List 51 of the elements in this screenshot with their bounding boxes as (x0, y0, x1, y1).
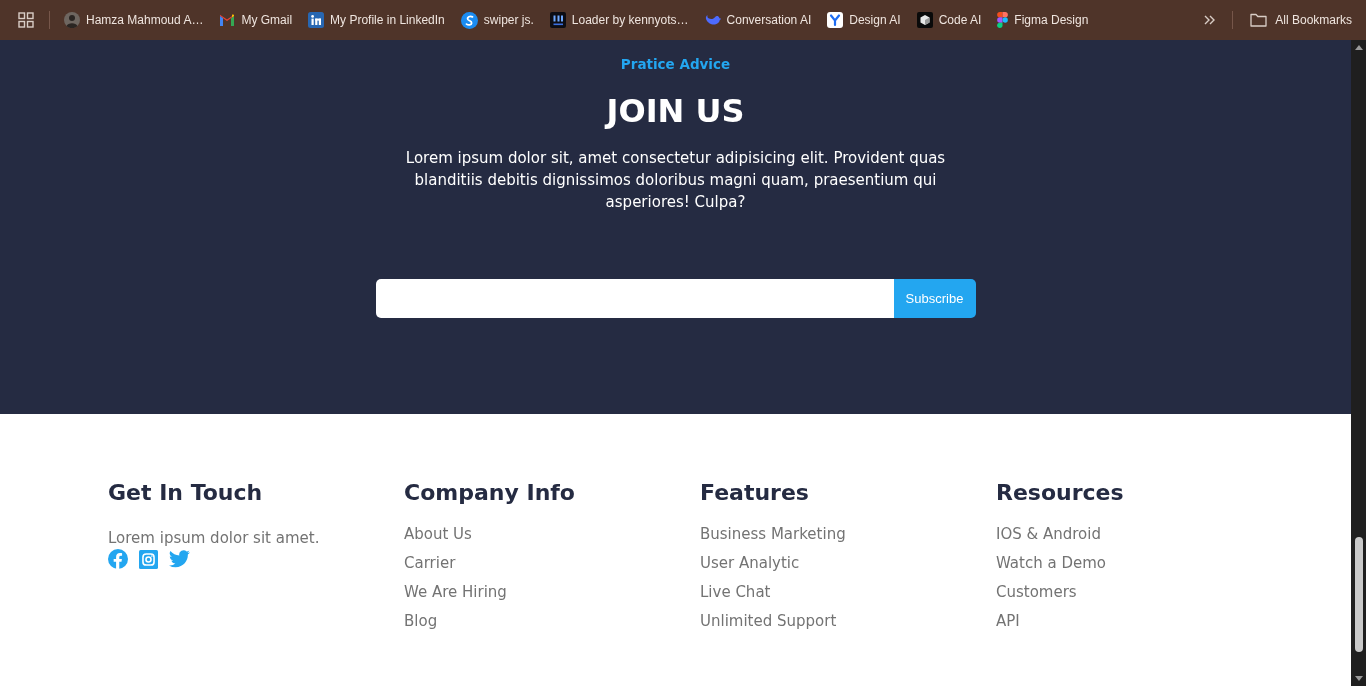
folder-icon (1250, 13, 1268, 27)
section-title: JOIN US (606, 91, 745, 131)
twitter-icon[interactable] (169, 550, 190, 568)
bookmark-link[interactable]: Code AI (916, 11, 982, 29)
footer-text: Lorem ipsum dolor sit amet. (108, 528, 320, 549)
cube-icon (916, 12, 933, 28)
bookmark-link[interactable]: My Gmail (219, 11, 293, 29)
eyebrow-text: Pratice Advice (620, 55, 731, 74)
footer-link[interactable]: Live Chat (700, 578, 771, 607)
footer-link[interactable]: IOS & Android (996, 520, 1101, 549)
footer-link[interactable]: Blog (404, 607, 438, 636)
avatar-icon (64, 12, 80, 28)
footer-link[interactable]: API (996, 607, 1020, 636)
arrow-down-icon[interactable] (1354, 676, 1363, 681)
fork-icon (827, 12, 844, 28)
apps-grid-icon[interactable] (18, 12, 34, 28)
footer-heading: Features (700, 479, 809, 507)
tile-icon (549, 12, 566, 28)
bookmark-link[interactable]: Loader by kennyots… (549, 11, 689, 29)
envelope-icon (219, 14, 236, 26)
footer-link[interactable]: Unlimited Support (700, 607, 837, 636)
footer-link[interactable]: Business Marketing (700, 520, 846, 549)
footer-link[interactable]: About Us (404, 520, 472, 549)
instagram-icon[interactable] (139, 549, 158, 569)
section-description: Lorem ipsum dolor sit, amet consectetur adipisicing elit. Provident quas blanditiis debitis dignissimos doloribus magni quam, praesentium qui asperiores! Culpa? (404, 148, 947, 213)
bookmark-link[interactable]: Hamza Mahmoud A… (64, 11, 204, 29)
bookmark-link[interactable]: Conversation AI (704, 11, 812, 29)
double-chevron-icon[interactable] (1204, 15, 1216, 25)
footer-link[interactable]: Customers (996, 578, 1077, 607)
footer-link[interactable]: Carrier (404, 549, 456, 578)
footer-heading: Get In Touch (108, 479, 263, 507)
footer-heading: Resources (996, 479, 1124, 507)
scrollbar-thumb[interactable] (1354, 537, 1363, 652)
email-field[interactable] (375, 279, 895, 318)
subscribe-button[interactable]: Subscribe (893, 279, 976, 318)
facebook-icon[interactable] (108, 549, 128, 569)
whale-icon (704, 14, 721, 26)
all-bookmarks-link[interactable]: All Bookmarks (1250, 11, 1352, 29)
footer-heading: Company Info (404, 479, 575, 507)
bookmark-link[interactable]: Figma Design (997, 11, 1089, 29)
scrollbar[interactable] (1351, 40, 1366, 686)
arrow-up-icon[interactable] (1354, 45, 1363, 50)
bookmark-link[interactable]: Design AI (827, 11, 901, 29)
bookmark-link[interactable]: My Profile in LinkedIn (308, 11, 445, 29)
footer-link[interactable]: We Are Hiring (404, 578, 507, 607)
swirl-icon (460, 11, 478, 29)
shapes-icon (997, 12, 1009, 28)
footer-link[interactable]: Watch a Demo (996, 549, 1106, 578)
footer-link[interactable]: User Analytic (700, 549, 800, 578)
badge-icon (308, 12, 325, 28)
bookmark-link[interactable]: swiper js. (460, 11, 534, 29)
